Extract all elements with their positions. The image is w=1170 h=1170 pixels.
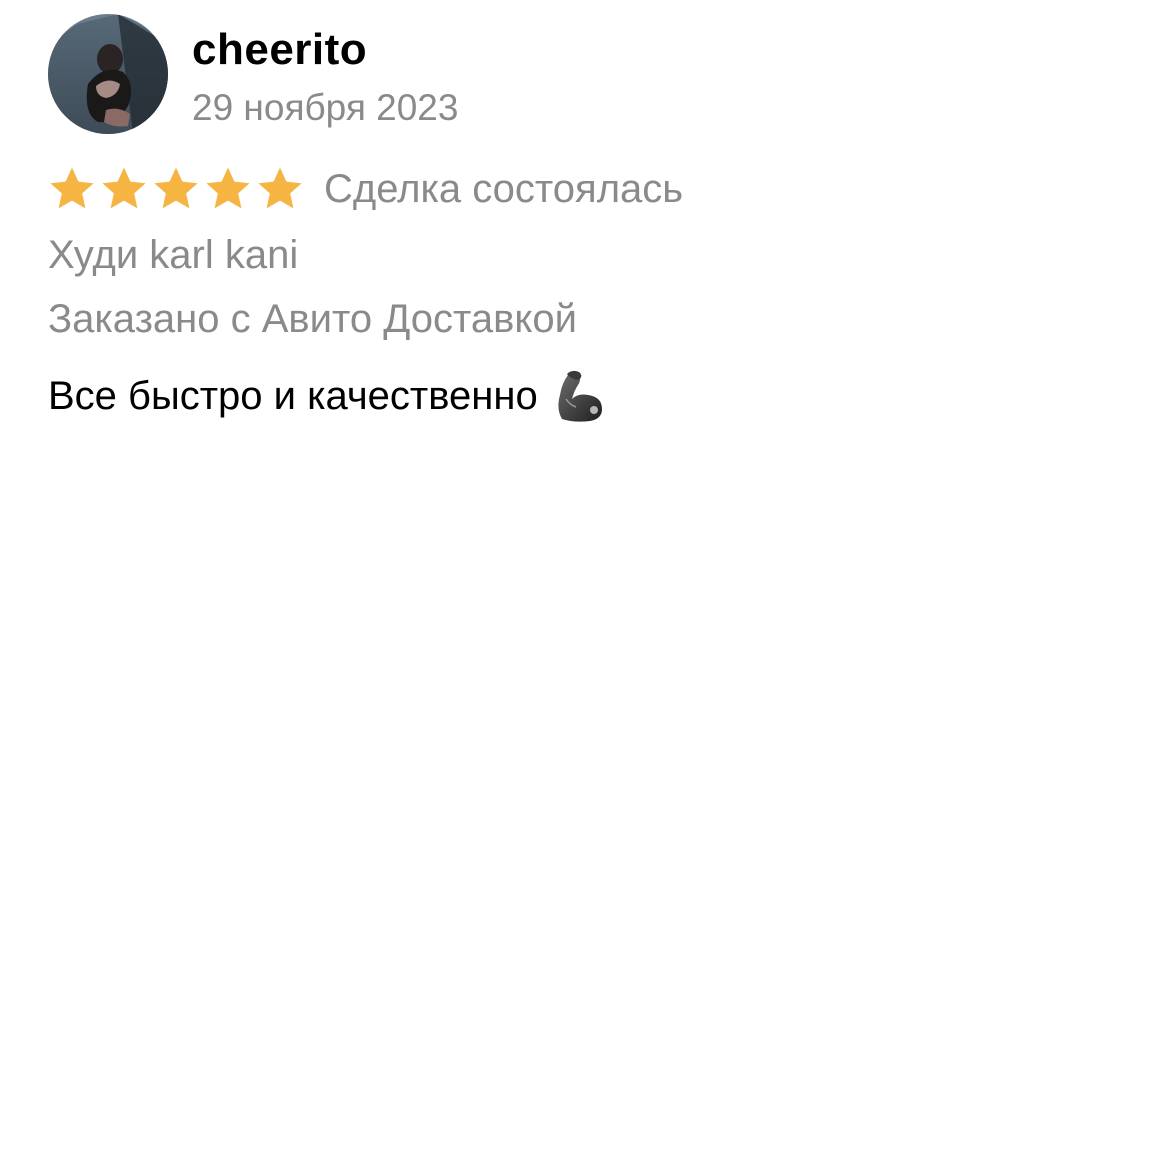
comment-text: Все быстро и качественно [48, 374, 538, 418]
star-icon [258, 167, 302, 209]
star-icon [206, 167, 250, 209]
star-icon [154, 167, 198, 209]
star-icon [50, 167, 94, 209]
flexed-biceps-icon [558, 370, 602, 422]
rating-row: Сделка состоялась [48, 164, 1128, 214]
star-rating [48, 166, 304, 212]
username[interactable]: cheerito [192, 26, 458, 74]
star-icon [102, 167, 146, 209]
delivery-note: Заказано с Авито Доставкой [48, 297, 577, 341]
deal-status: Сделка состоялась [324, 167, 684, 211]
review-card: cheerito 29 ноября 2023 Сделка состоялас… [48, 14, 1128, 422]
avatar-photo-icon [48, 14, 168, 134]
review-date: 29 ноября 2023 [192, 87, 459, 128]
review-comment: Все быстро и качественно [48, 370, 1128, 422]
item-title[interactable]: Худи karl kani [48, 230, 1128, 280]
review-header: cheerito 29 ноября 2023 [48, 14, 1128, 134]
avatar[interactable] [48, 14, 168, 134]
user-meta: cheerito 29 ноября 2023 [192, 26, 458, 130]
